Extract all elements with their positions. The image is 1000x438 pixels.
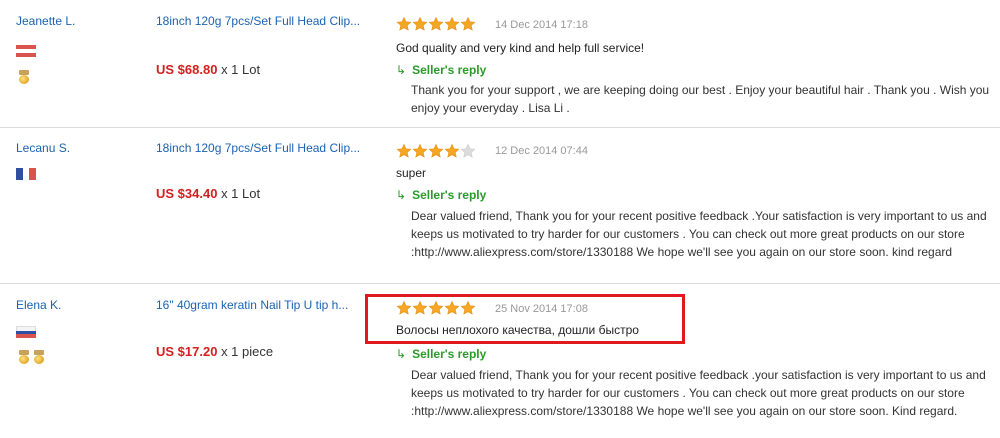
medal-icon [18,70,30,84]
highlight-box [365,294,685,344]
star-icon [444,16,460,31]
product-link[interactable]: 18inch 120g 7pcs/Set Full Head Clip... [156,14,360,28]
seller-reply-text: Dear valued friend, Thank you for your r… [411,368,986,418]
price: US $17.20 x 1 piece [156,344,273,359]
price: US $34.40 x 1 Lot [156,186,260,201]
seller-reply-label: Seller's reply [412,63,487,77]
star-icon [460,16,476,31]
star-icon [444,143,460,158]
seller-reply-header: ↳ Seller's reply [396,63,486,77]
star-icon [412,143,428,158]
review-date: 12 Dec 2014 07:44 [495,145,588,157]
quantity: x 1 Lot [221,186,261,201]
star-icon [428,16,444,31]
price-amount: US $34.40 [156,186,218,201]
seller-reply-label: Seller's reply [412,347,487,361]
price: US $68.80 x 1 Lot [156,62,260,77]
star-icon [396,143,412,158]
rating-stars [396,16,476,32]
feedback-text: God quality and very kind and help full … [396,41,645,55]
medal-icon [18,350,30,364]
buyer-name[interactable]: Jeanette L. [16,14,75,28]
buyer-name[interactable]: Elena K. [16,298,61,312]
review-date: 14 Dec 2014 17:18 [495,19,588,31]
flag-france-icon [16,168,37,180]
quantity: x 1 Lot [221,62,261,77]
review-row: Lecanu S. 18inch 120g 7pcs/Set Full Head… [0,127,1000,284]
star-icon [396,16,412,31]
medal-icon [33,350,45,364]
star-icon [460,143,476,158]
star-icon [428,143,444,158]
seller-reply-text: Thank you for your support , we are keep… [411,83,990,115]
reply-arrow-icon: ↳ [396,63,407,77]
price-amount: US $17.20 [156,344,218,359]
feedback-text: super [396,166,427,180]
reply-arrow-icon: ↳ [396,188,407,202]
reply-arrow-icon: ↳ [396,347,407,361]
rating-stars [396,143,476,159]
seller-reply-label: Seller's reply [412,188,487,202]
star-icon [412,16,428,31]
price-amount: US $68.80 [156,62,218,77]
seller-reply-header: ↳ Seller's reply [396,188,486,202]
review-row: Jeanette L. 18inch 120g 7pcs/Set Full He… [0,0,1000,128]
seller-reply-text: Dear valued friend, Thank you for your r… [411,209,987,259]
buyer-name[interactable]: Lecanu S. [16,141,70,155]
seller-reply-header: ↳ Seller's reply [396,347,486,361]
quantity: x 1 piece [221,344,274,359]
product-link[interactable]: 18inch 120g 7pcs/Set Full Head Clip... [156,141,360,155]
flag-denmark-icon [16,45,36,57]
flag-russia-icon [16,326,36,339]
product-link[interactable]: 16" 40gram keratin Nail Tip U tip h... [156,298,348,312]
